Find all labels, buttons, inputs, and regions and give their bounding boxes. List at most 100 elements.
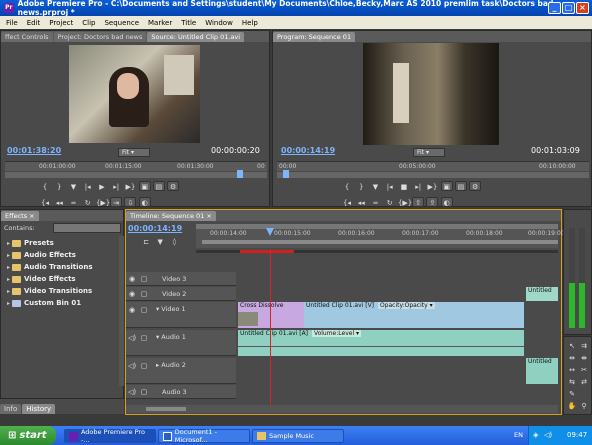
menu-window[interactable]: Window — [205, 19, 233, 27]
effects-item-presets[interactable]: ▸ Presets — [1, 237, 123, 249]
trim-icon[interactable]: ◐ — [440, 197, 453, 207]
volume-icon[interactable]: ◁) — [544, 431, 552, 439]
selection-tool-icon[interactable]: ↖ — [566, 341, 578, 351]
tab-timeline[interactable]: Timeline: Sequence 01 × — [126, 211, 216, 221]
output-icon[interactable]: ▤ — [454, 181, 467, 191]
lock-icon[interactable]: ▢ — [138, 361, 150, 371]
lock-icon[interactable]: ▢ — [138, 289, 150, 299]
taskbar-item-premiere[interactable]: Adobe Premiere Pro -... — [64, 428, 156, 444]
rolling-edit-icon[interactable]: ⇼ — [578, 353, 590, 363]
extract-icon[interactable]: ⇪ — [426, 197, 439, 207]
menu-help[interactable]: Help — [242, 19, 258, 27]
collapse-icon[interactable]: ▾ — [156, 333, 159, 341]
effects-item-audio-effects[interactable]: ▸ Audio Effects — [1, 249, 123, 261]
speaker-icon[interactable]: ◁) — [126, 361, 138, 371]
toggle-av-icon[interactable]: ◐ — [138, 197, 151, 207]
effects-item-audio-transitions[interactable]: ▸ Audio Transitions — [1, 261, 123, 273]
timeline-zoom-bar[interactable] — [196, 224, 558, 229]
go-out-icon[interactable]: ▶} — [426, 182, 438, 192]
pen-icon[interactable]: ✎ — [566, 389, 578, 399]
zoom-icon[interactable]: ⚲ — [578, 401, 590, 411]
track-video-1[interactable]: ◉ ▢ ▾ Video 1 — [126, 302, 236, 328]
go-in-icon[interactable]: {◂ — [341, 198, 353, 208]
work-area-bar[interactable] — [202, 240, 558, 244]
link-icon[interactable]: ◊ — [168, 237, 180, 247]
expand-icon[interactable]: ▸ — [156, 361, 159, 369]
ripple-edit-icon[interactable]: ⇹ — [566, 353, 578, 363]
play-icon[interactable]: ▶ — [96, 182, 108, 192]
speaker-icon[interactable]: ◁) — [126, 387, 138, 397]
slip-icon[interactable]: ⇆ — [566, 377, 578, 387]
volume-line[interactable] — [238, 346, 524, 347]
timeline-playhead-line[interactable] — [270, 250, 271, 410]
menu-project[interactable]: Project — [49, 19, 73, 27]
tab-effect-controls[interactable]: ffect Controls — [1, 32, 53, 42]
effects-item-custom-bin[interactable]: ▸ Custom Bin 01 — [1, 297, 123, 309]
timeline-scrollbar[interactable] — [126, 405, 558, 413]
loop-icon[interactable]: ↻ — [384, 198, 396, 208]
eye-icon[interactable]: ◉ — [126, 289, 138, 299]
program-playhead[interactable] — [283, 170, 289, 178]
go-out-icon[interactable]: ▶} — [124, 182, 136, 192]
track-select-icon[interactable]: ⇉ — [578, 341, 590, 351]
opacity-fx-badge[interactable]: Opacity:Opacity ▾ — [377, 302, 435, 309]
timeline-timecode[interactable]: 00:00:14:19 — [128, 224, 182, 233]
timeline-zoom-slider[interactable] — [146, 407, 186, 411]
track-audio-3[interactable]: ◁) ▢ Audio 3 — [126, 385, 236, 399]
mark-out-icon[interactable]: } — [53, 182, 65, 192]
menu-file[interactable]: File — [6, 19, 18, 27]
jog-icon[interactable]: ═ — [67, 198, 79, 208]
lock-icon[interactable]: ▢ — [138, 274, 150, 284]
minimize-button[interactable]: _ — [548, 2, 561, 14]
close-button[interactable]: × — [576, 2, 589, 14]
step-back-icon[interactable]: |◂ — [82, 182, 94, 192]
audio1-clip[interactable]: Untitled Clip 01.avi [A] Volume:Level ▾ — [238, 330, 524, 356]
menu-title[interactable]: Title — [181, 19, 196, 27]
taskbar-item-sample-music[interactable]: Sample Music — [252, 429, 344, 443]
step-forward-icon[interactable]: ▸| — [412, 182, 424, 192]
collapse-icon[interactable]: ▾ — [156, 305, 159, 313]
tab-info[interactable]: Info — [0, 404, 22, 414]
program-zoom-bar[interactable] — [277, 170, 589, 178]
maximize-button[interactable]: □ — [562, 2, 575, 14]
mark-in-icon[interactable]: { — [341, 182, 353, 192]
expand-icon[interactable]: ▸ — [7, 252, 10, 259]
tab-history[interactable]: History — [22, 404, 56, 414]
volume-fx-badge[interactable]: Volume:Level ▾ — [311, 330, 362, 337]
jog-icon[interactable]: ═ — [369, 198, 381, 208]
menu-edit[interactable]: Edit — [27, 19, 41, 27]
expand-icon[interactable]: ▸ — [7, 264, 10, 271]
mark-in-icon[interactable]: { — [39, 182, 51, 192]
audio2-clip-right[interactable]: Untitled — [526, 358, 558, 384]
eye-icon[interactable]: ◉ — [126, 305, 138, 315]
marker-icon[interactable]: ▼ — [67, 182, 79, 192]
menu-sequence[interactable]: Sequence — [104, 19, 139, 27]
slide-icon[interactable]: ⇄ — [578, 377, 590, 387]
tab-program[interactable]: Program: Sequence 01 — [273, 32, 356, 42]
shuttle-icon[interactable]: ◂◂ — [53, 198, 65, 208]
taskbar-item-word[interactable]: Document1 - Microsof... — [158, 428, 250, 444]
track-video-2[interactable]: ◉ ▢ Video 2 — [126, 287, 236, 301]
language-indicator[interactable]: EN — [514, 431, 523, 439]
effects-scrollbar[interactable] — [119, 236, 124, 386]
marker-icon[interactable]: ▼ — [154, 237, 166, 247]
marker-icon[interactable]: ▼ — [369, 182, 381, 192]
video1-clip[interactable]: Untitled Clip 01.avi [V] Opacity:Opacity… — [304, 302, 524, 328]
network-icon[interactable]: ◈ — [533, 431, 538, 439]
step-forward-icon[interactable]: ▸| — [110, 182, 122, 192]
source-zoom-select[interactable]: Fit ▾ — [118, 148, 150, 157]
source-playhead[interactable] — [237, 170, 243, 178]
timeline-ruler[interactable]: 00:00:14:00 00:00:15:00 00:00:16:00 00:0… — [196, 224, 565, 248]
go-in-icon[interactable]: {◂ — [39, 198, 51, 208]
track-video-3[interactable]: ◉ ▢ Video 3 — [126, 272, 236, 286]
menu-marker[interactable]: Marker — [148, 19, 172, 27]
effects-item-video-transitions[interactable]: ▸ Video Transitions — [1, 285, 123, 297]
track-audio-2[interactable]: ◁) ▢ ▸ Audio 2 — [126, 358, 236, 384]
play-in-out-icon[interactable]: {▶} — [96, 198, 110, 208]
effects-search-input[interactable] — [53, 223, 121, 233]
insert-icon[interactable]: ⇥ — [110, 197, 123, 207]
expand-icon[interactable]: ▸ — [7, 288, 10, 295]
source-timecode-current[interactable]: 00:01:38:20 — [7, 146, 61, 155]
menu-clip[interactable]: Clip — [82, 19, 95, 27]
speaker-icon[interactable]: ◁) — [126, 333, 138, 343]
